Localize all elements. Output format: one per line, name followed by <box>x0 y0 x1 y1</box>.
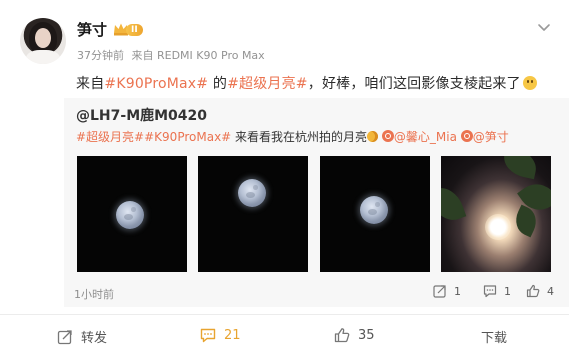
moon-photo-1[interactable] <box>77 156 187 272</box>
leaf <box>500 156 540 180</box>
download-label: 下载 <box>481 331 508 346</box>
smile-emoji-icon <box>522 76 537 90</box>
divider <box>0 314 569 315</box>
avatar-body <box>26 50 60 64</box>
post-source: 来自 REDMI K90 Pro Max <box>131 49 265 62</box>
post-suffix: ，好棒，咱们这回影像支棱起来了 <box>307 76 521 92</box>
hashtag-supermoon[interactable]: #超级月亮# <box>227 76 308 92</box>
username[interactable]: 笋寸 <box>77 19 107 40</box>
forward-label: 转发 <box>81 331 108 346</box>
repost-hashtag-supermoon[interactable]: #超级月亮# <box>76 130 144 144</box>
member-level-badge: II <box>126 24 143 36</box>
comment-button[interactable]: 21 <box>200 327 241 343</box>
chevron-down-icon[interactable] <box>536 19 552 35</box>
leaf <box>441 182 467 226</box>
moon-emoji-icon <box>367 131 379 142</box>
thumbs-up-icon <box>334 328 350 343</box>
moon-photo-2[interactable] <box>198 156 308 272</box>
repost-comment-button[interactable]: 1 <box>483 284 511 298</box>
repost-author[interactable]: @LH7-M鹿M0420 <box>76 105 207 125</box>
repost-forward-count: 1 <box>454 284 461 298</box>
post-middle: 的 <box>208 76 228 92</box>
hashtag-k90promax[interactable]: #K90ProMax# <box>104 76 208 92</box>
moon-photo-3[interactable] <box>320 156 430 272</box>
like-count: 35 <box>358 327 375 343</box>
post-prefix: 来自 <box>76 76 105 92</box>
repost-comment-count: 1 <box>504 284 511 298</box>
reposted-content[interactable]: @LH7-M鹿M0420 #超级月亮##K90ProMax# 来看看我在杭州拍的… <box>64 98 569 307</box>
repost-hashtag-k90promax[interactable]: #K90ProMax# <box>144 130 231 144</box>
moon <box>116 201 144 229</box>
post-time: 37分钟前 <box>77 49 124 62</box>
moon <box>360 196 388 224</box>
repost-like-count: 4 <box>547 284 554 298</box>
comment-count: 21 <box>224 327 241 343</box>
mention-xinxin[interactable]: @馨心_Mia <box>394 130 457 144</box>
forward-button[interactable]: 转发 <box>57 327 107 346</box>
moon-photo-4[interactable] <box>441 156 551 272</box>
like-button[interactable]: 35 <box>334 327 375 343</box>
repost-time: 1小时前 <box>74 288 114 301</box>
share-icon <box>57 329 72 344</box>
mention-icon <box>460 130 473 142</box>
avatar-face <box>35 28 51 48</box>
comment-icon <box>200 328 216 343</box>
repost-like-button[interactable]: 4 <box>526 284 554 298</box>
weibo-post-card: 笋寸 II 37分钟前 来自 REDMI K90 Pro Max 来自#K90P… <box>0 0 569 364</box>
moon <box>238 179 266 207</box>
moon-glow <box>485 214 511 240</box>
post-text: 来自#K90ProMax# 的#超级月亮#，好棒，咱们这回影像支棱起来了 <box>76 73 537 93</box>
download-button[interactable]: 下载 <box>481 327 507 346</box>
mention-icon <box>381 130 394 142</box>
comment-icon <box>483 285 497 298</box>
share-icon <box>433 285 446 298</box>
avatar[interactable] <box>20 18 66 64</box>
post-meta: 37分钟前 来自 REDMI K90 Pro Max <box>77 47 269 63</box>
thumbs-up-icon <box>526 284 540 298</box>
repost-body: 来看看我在杭州拍的月亮 <box>231 130 368 144</box>
repost-forward-button[interactable]: 1 <box>433 284 461 298</box>
mention-sunchun[interactable]: @笋寸 <box>473 130 509 144</box>
repost-text: #超级月亮##K90ProMax# 来看看我在杭州拍的月亮 @馨心_Mia @笋… <box>76 128 509 145</box>
